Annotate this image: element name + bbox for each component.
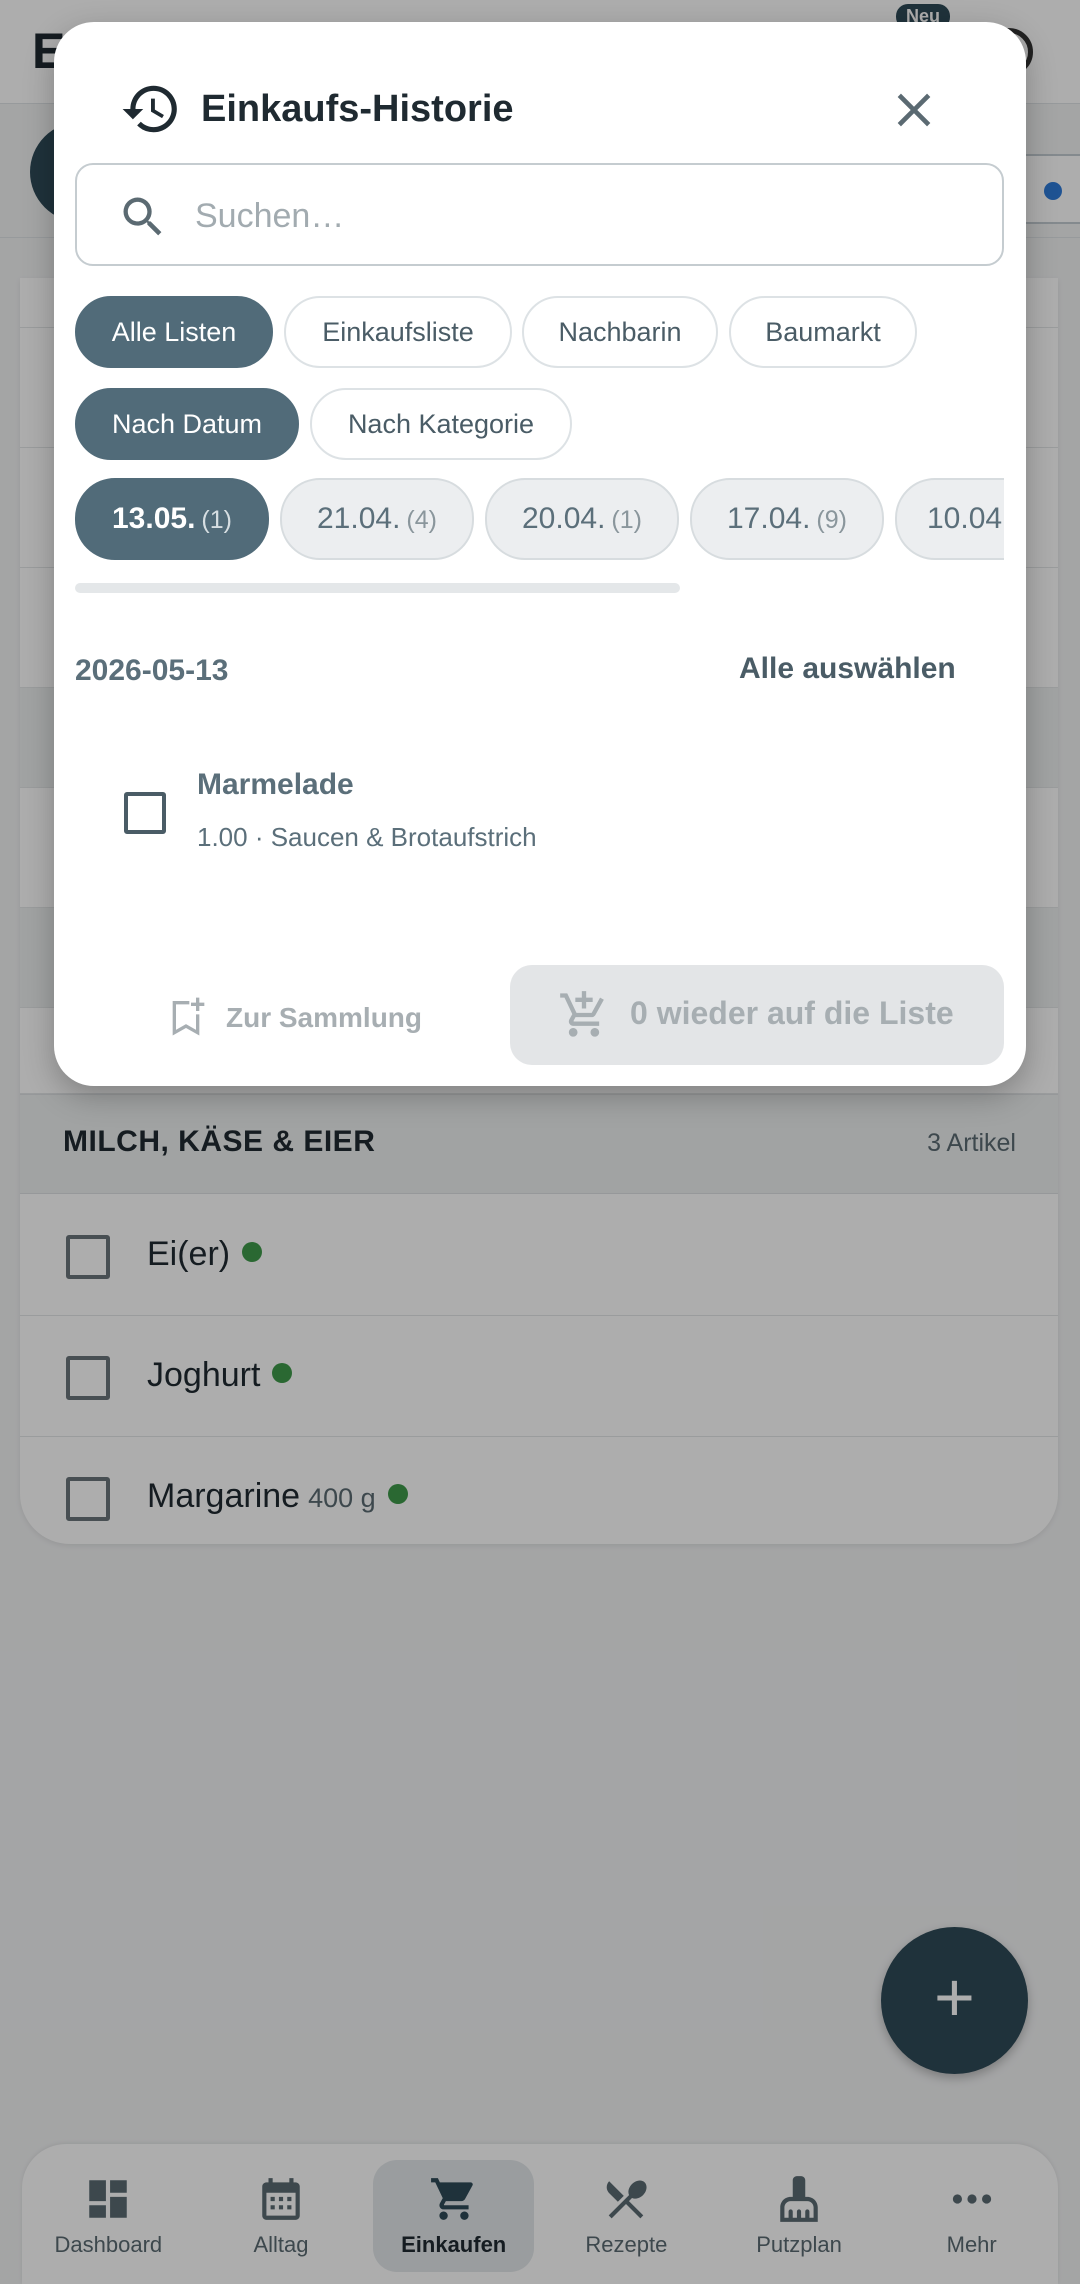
entry-meta: 1.00 · Saucen & Brotaufstrich xyxy=(197,822,537,852)
add-to-cart-icon xyxy=(560,991,604,1037)
date-chip[interactable]: 20.04. (1) xyxy=(485,478,679,560)
date-label: 20.04. xyxy=(522,502,606,535)
date-chip[interactable]: 21.04. (4) xyxy=(280,478,474,560)
close-icon[interactable] xyxy=(886,82,942,138)
date-count: (4) xyxy=(406,506,437,534)
filter-chip-alle-listen[interactable]: Alle Listen xyxy=(75,296,273,368)
date-label: 17.04. xyxy=(727,502,811,535)
search-icon xyxy=(123,197,162,236)
date-chip[interactable]: 10.04. xyxy=(895,478,1004,560)
history-dialog: Einkaufs-Historie Alle Listen Einkaufsli… xyxy=(54,22,1026,1086)
date-label: 13.05. xyxy=(112,502,196,535)
entry-checkbox[interactable] xyxy=(124,792,166,834)
date-chip-strip[interactable]: 13.05. (1) 21.04. (4) 20.04. (1) 17.04. (9) … xyxy=(75,478,1004,562)
collect-label: Zur Sammlung xyxy=(226,1002,423,1033)
re-add-to-list-button[interactable]: 0 wieder auf die Liste xyxy=(510,965,1004,1065)
sort-by-category-chip[interactable]: Nach Kategorie xyxy=(310,388,572,460)
bookmark-add-icon xyxy=(172,997,205,1036)
search-field[interactable] xyxy=(75,163,1004,266)
sort-by-date-chip[interactable]: Nach Datum xyxy=(75,388,299,460)
select-all-button[interactable]: Alle auswählen xyxy=(739,652,956,686)
re-add-label: 0 wieder auf die Liste xyxy=(630,995,954,1031)
search-input[interactable] xyxy=(195,189,955,243)
date-count: (1) xyxy=(611,506,642,534)
date-count: (1) xyxy=(201,506,232,534)
entry-name[interactable]: Marmelade xyxy=(197,768,354,802)
date-label: 21.04. xyxy=(317,502,401,535)
date-chip[interactable]: 13.05. (1) xyxy=(75,478,269,560)
history-icon xyxy=(122,85,177,133)
date-chip[interactable]: 17.04. (9) xyxy=(690,478,884,560)
filter-chip-einkaufsliste[interactable]: Einkaufsliste xyxy=(284,296,512,368)
date-count: (9) xyxy=(816,506,847,534)
dialog-title: Einkaufs-Historie xyxy=(201,88,514,130)
date-label: 10.04. xyxy=(927,502,1004,535)
date-group-heading: 2026-05-13 xyxy=(75,654,229,687)
filter-chip-baumarkt[interactable]: Baumarkt xyxy=(729,296,917,368)
horizontal-scrollbar[interactable] xyxy=(75,583,680,593)
filter-chip-nachbarin[interactable]: Nachbarin xyxy=(522,296,718,368)
